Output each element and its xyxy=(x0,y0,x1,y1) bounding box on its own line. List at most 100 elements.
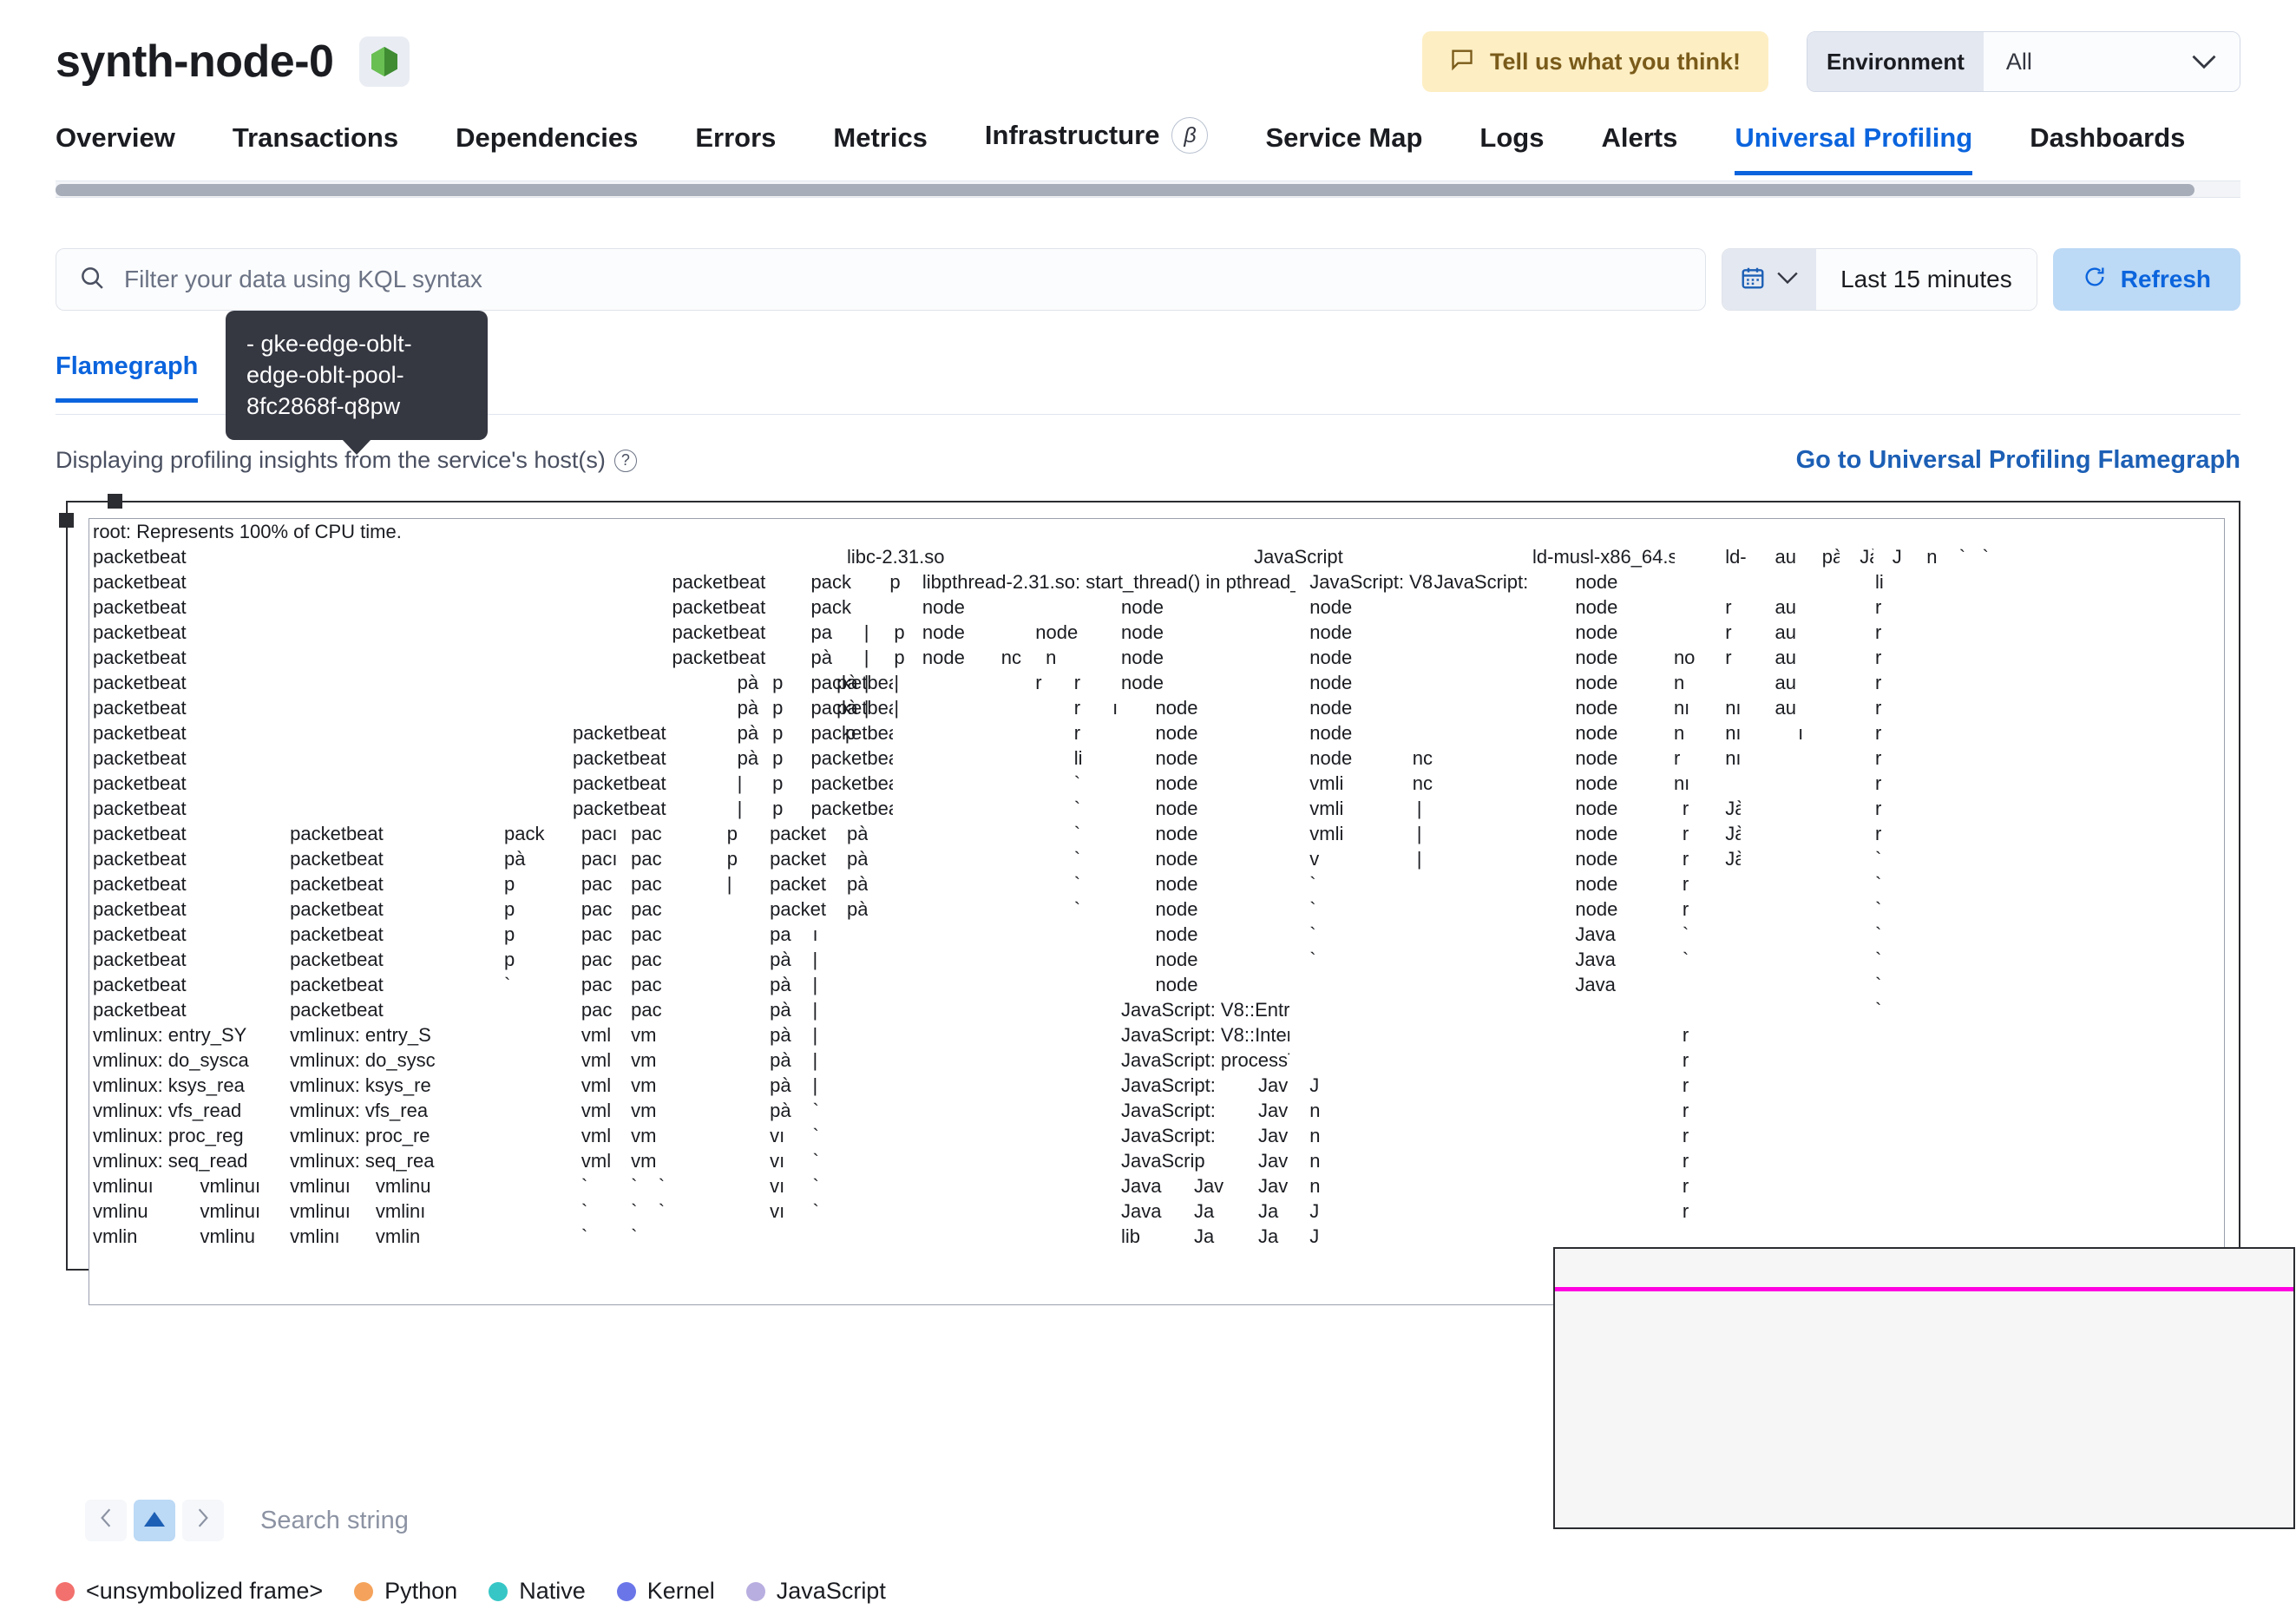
flamegraph-frame[interactable]: ` xyxy=(1306,947,1318,972)
flamegraph-frame[interactable]: Jav xyxy=(1255,1123,1294,1148)
flamegraph-frame[interactable]: packetbeat xyxy=(669,569,771,594)
flamegraph-frame[interactable]: r xyxy=(1679,1148,1693,1173)
flamegraph-frame[interactable]: p xyxy=(501,922,518,947)
flamegraph-frame[interactable]: | xyxy=(861,620,871,645)
flamegraph-frame[interactable]: li xyxy=(1872,569,1889,594)
flamegraph-frame[interactable]: pà xyxy=(833,695,857,720)
flamegraph-frame[interactable]: node xyxy=(919,620,987,645)
nav-scrollbar-thumb[interactable] xyxy=(56,184,2194,196)
flamegraph-frame[interactable]: JavaScript: xyxy=(1118,1073,1229,1098)
flamegraph-frame[interactable]: pà xyxy=(766,972,792,997)
flamegraph-frame[interactable]: vm xyxy=(627,1098,663,1123)
flamegraph-frame[interactable]: r xyxy=(1679,821,1693,846)
flamegraph-frame[interactable]: r xyxy=(1679,1199,1693,1224)
flamegraph-frame[interactable]: pà xyxy=(766,1022,792,1047)
flamegraph-frame[interactable]: p xyxy=(501,871,518,896)
flamegraph-frame[interactable]: packetbeat xyxy=(286,922,388,947)
flamegraph-frame[interactable]: au xyxy=(1771,695,1795,720)
flamegraph-frame[interactable]: node xyxy=(1152,821,1221,846)
flamegraph-frame[interactable]: r xyxy=(1071,670,1085,695)
flamegraph-frame[interactable]: pà xyxy=(843,821,868,846)
flamegraph-frame[interactable]: pà xyxy=(766,947,792,972)
flamegraph-frame[interactable]: vmlin xyxy=(372,1224,441,1249)
flamegraph-frame[interactable]: vmlinux: do_sysca xyxy=(89,1047,269,1073)
flamegraph-frame[interactable]: libc-2.31.so xyxy=(843,544,1229,569)
flamegraph-frame[interactable]: nc xyxy=(998,645,1026,670)
flamegraph-frame[interactable]: vm xyxy=(627,1047,663,1073)
flamegraph-frame[interactable]: r xyxy=(1722,594,1735,620)
flamegraph-frame[interactable]: ` xyxy=(1071,796,1083,821)
flamegraph-frame[interactable]: vmlinuı xyxy=(196,1173,282,1199)
flamegraph-frame[interactable]: node xyxy=(1306,720,1374,745)
flamegraph-frame[interactable]: JavaScript xyxy=(1250,544,1507,569)
flamegraph-frame[interactable]: r xyxy=(1670,745,1684,771)
flamegraph-frame[interactable]: packetbeat xyxy=(569,771,671,796)
nav-horizontal-scrollbar[interactable] xyxy=(56,181,2240,198)
flamegraph-frame[interactable]: node xyxy=(1306,645,1374,670)
flamegraph-frame[interactable]: pà xyxy=(843,896,868,922)
flamegraph-frame[interactable]: Java xyxy=(1118,1173,1171,1199)
flamegraph-frame[interactable]: ` xyxy=(1071,846,1083,871)
flamegraph-frame[interactable]: au xyxy=(1771,620,1795,645)
flamegraph-frame[interactable]: ` xyxy=(1306,922,1318,947)
flamegraph-frame[interactable]: node xyxy=(1571,846,1640,871)
flamegraph-frame[interactable]: J xyxy=(1306,1073,1322,1098)
flamegraph-frame[interactable]: node xyxy=(1118,620,1186,645)
flamegraph-frame[interactable]: r xyxy=(1071,695,1085,720)
flamegraph-frame[interactable]: pac xyxy=(627,846,666,871)
flamegraph-frame[interactable]: vmli xyxy=(1306,796,1357,821)
flamegraph-frame[interactable]: r xyxy=(1722,620,1735,645)
flamegraph-frame[interactable]: | xyxy=(1414,846,1424,871)
flamegraph-frame[interactable]: pà xyxy=(766,1047,792,1073)
flamegraph-frame[interactable]: node xyxy=(1152,846,1221,871)
flamegraph-frame[interactable]: p xyxy=(842,720,856,745)
flamegraph-frame[interactable]: | xyxy=(810,1047,820,1073)
flamegraph-frame[interactable]: packetbeat xyxy=(89,771,638,796)
nav-tab-dashboards[interactable]: Dashboards xyxy=(2030,122,2185,175)
flamegraph-frame[interactable]: pà xyxy=(734,695,760,720)
flamegraph-frame[interactable]: pac xyxy=(627,997,666,1022)
flamegraph-frame[interactable]: ` xyxy=(1306,871,1318,896)
flamegraph-search-input[interactable]: Search string xyxy=(260,1507,409,1535)
nav-tab-transactions[interactable]: Transactions xyxy=(233,122,398,175)
flamegraph-frame[interactable]: | xyxy=(734,771,745,796)
flamegraph-frame[interactable]: n xyxy=(1670,720,1684,745)
flamegraph-frame[interactable]: pà xyxy=(734,720,760,745)
nav-tab-dependencies[interactable]: Dependencies xyxy=(456,122,638,175)
flamegraph-frame[interactable]: ` xyxy=(578,1173,590,1199)
flamegraph-frame[interactable]: nc xyxy=(1409,745,1437,771)
flamegraph-frame[interactable]: p xyxy=(886,569,905,594)
flamegraph-frame[interactable]: packetbeat xyxy=(669,645,771,670)
flamegraph-frame[interactable]: r xyxy=(1872,745,1886,771)
flamegraph-frame[interactable]: pà xyxy=(843,846,868,871)
flamegraph-frame[interactable]: r xyxy=(1872,796,1886,821)
flamegraph-frame[interactable]: vmlinux: vfs_rea xyxy=(286,1098,454,1123)
flamegraph-frame[interactable]: vı xyxy=(766,1173,787,1199)
flamegraph-frame[interactable]: r xyxy=(1071,720,1085,745)
selection-handle-top[interactable] xyxy=(108,494,122,509)
flamegraph-frame[interactable]: Jà xyxy=(1722,846,1741,871)
flamegraph-frame[interactable]: packet xyxy=(766,821,835,846)
flamegraph-frame[interactable]: node xyxy=(1571,695,1640,720)
flamegraph-frame[interactable]: vmlinu xyxy=(372,1173,454,1199)
flamegraph-frame[interactable]: node xyxy=(1571,670,1640,695)
flamegraph-frame[interactable]: ı xyxy=(810,922,820,947)
flamegraph-frame[interactable]: node xyxy=(1152,896,1221,922)
flamegraph-frame[interactable]: pac xyxy=(578,871,617,896)
flamegraph-frame[interactable]: | xyxy=(724,871,734,896)
flamegraph-frame[interactable]: Java xyxy=(1571,922,1624,947)
flamegraph-frame[interactable]: packetbeat xyxy=(89,745,638,771)
flamegraph-frame[interactable]: pac xyxy=(578,896,617,922)
flamegraph-frame[interactable]: node xyxy=(1118,670,1186,695)
flamegraph-frame[interactable]: packetbeat xyxy=(569,796,671,821)
flamegraph-frame[interactable]: vmlinux: seq_read xyxy=(89,1148,269,1173)
nav-tab-alerts[interactable]: Alerts xyxy=(1601,122,1677,175)
flamegraph-frame[interactable]: J xyxy=(1306,1199,1322,1224)
flamegraph-frame[interactable]: r xyxy=(1679,1047,1693,1073)
flamegraph-frame[interactable]: | xyxy=(890,670,901,695)
flamegraph-frame[interactable]: Ja xyxy=(1191,1224,1218,1249)
flamegraph-frame[interactable]: n xyxy=(1923,544,1937,569)
flamegraph-frame[interactable]: r xyxy=(1679,1123,1693,1148)
flamegraph-frame[interactable]: n xyxy=(1670,670,1684,695)
flamegraph-frame[interactable]: node xyxy=(1152,771,1221,796)
